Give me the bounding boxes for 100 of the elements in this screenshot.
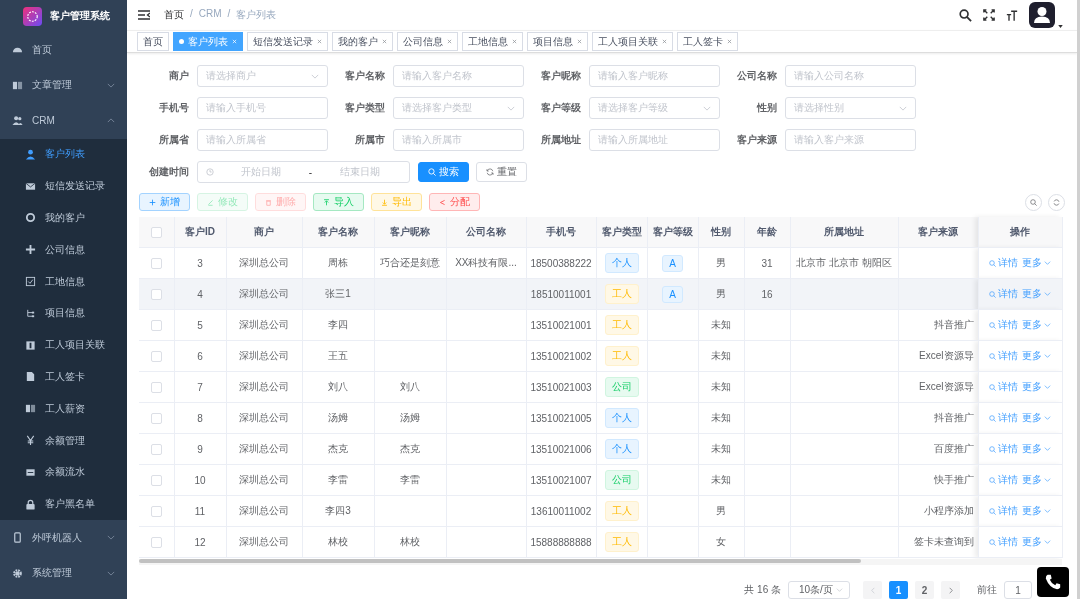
menu-item[interactable]: 系统管理 bbox=[0, 555, 127, 592]
more-dropdown-link[interactable]: 更多 bbox=[1022, 380, 1051, 394]
row-checkbox[interactable] bbox=[150, 257, 162, 269]
submenu-item[interactable]: 我的客户 bbox=[0, 202, 127, 234]
row-checkbox[interactable] bbox=[150, 319, 162, 331]
close-icon[interactable] bbox=[727, 39, 732, 45]
table-row[interactable]: 5 深圳总公司 李四 13510021001 工人 未知 抖音推广 详情 更多 bbox=[139, 309, 1062, 341]
submenu-item[interactable]: 项目信息 bbox=[0, 297, 127, 330]
detail-link[interactable]: 详情 bbox=[989, 287, 1018, 301]
submenu-item[interactable]: 余额流水 bbox=[0, 456, 127, 489]
table-row[interactable]: 7 深圳总公司 刘八 刘八 13510021003 公司 未知 Excel资源导 详情 更多 bbox=[139, 371, 1062, 403]
submenu-item[interactable]: 余额管理 bbox=[0, 424, 127, 457]
detail-link[interactable]: 详情 bbox=[989, 256, 1018, 270]
table-row[interactable]: 10 深圳总公司 李雷 李雷 13510021007 公司 未知 快手推广 详情 更多 bbox=[139, 464, 1062, 496]
row-checkbox[interactable] bbox=[150, 536, 162, 548]
caret-icon[interactable] bbox=[1058, 25, 1063, 29]
menu-item[interactable]: 首页 bbox=[0, 32, 127, 68]
row-checkbox[interactable] bbox=[150, 474, 162, 486]
more-dropdown-link[interactable]: 更多 bbox=[1022, 473, 1051, 487]
page-button[interactable]: 2 bbox=[915, 581, 934, 599]
breadcrumb-item[interactable]: 首页 bbox=[164, 8, 184, 23]
table-row[interactable]: 4 深圳总公司 张三1 18510011001 工人 A 男 16 详情 更多 bbox=[139, 278, 1062, 310]
previous-page-button[interactable] bbox=[863, 581, 882, 599]
close-icon[interactable] bbox=[382, 39, 387, 45]
more-dropdown-link[interactable]: 更多 bbox=[1022, 535, 1051, 549]
scrollbar-thumb[interactable] bbox=[139, 559, 861, 563]
submenu-item[interactable]: 客户列表 bbox=[0, 138, 127, 171]
table-row[interactable]: 3 深圳总公司 周栋 巧合还是刻意 XX科技有限... 18500388222 个人 A 男 31 北京市 北京市 朝阳区 详情 更多 bbox=[139, 247, 1062, 279]
detail-link[interactable]: 详情 bbox=[989, 411, 1018, 425]
close-icon[interactable] bbox=[447, 39, 452, 45]
toolbar-button[interactable]: 导出 bbox=[371, 193, 422, 211]
tab[interactable]: 我的客户 bbox=[332, 32, 393, 52]
row-checkbox[interactable] bbox=[150, 505, 162, 517]
goto-page-field[interactable]: 1 bbox=[1004, 581, 1032, 599]
breadcrumb-item[interactable]: CRM bbox=[198, 8, 222, 23]
menu-item[interactable]: 文章管理 bbox=[0, 67, 127, 103]
close-icon[interactable] bbox=[662, 39, 667, 45]
menu-item[interactable]: CRM bbox=[0, 103, 127, 139]
toolbar-button[interactable]: 分配 bbox=[429, 193, 480, 211]
page-size-select[interactable]: 10条/页 bbox=[788, 581, 850, 599]
search-toggle-button[interactable] bbox=[1025, 193, 1042, 211]
detail-link[interactable]: 详情 bbox=[989, 535, 1018, 549]
detail-link[interactable]: 详情 bbox=[989, 318, 1018, 332]
tab[interactable]: 工地信息 bbox=[462, 32, 523, 52]
table-row[interactable]: 9 深圳总公司 杰克 杰克 13510021006 个人 未知 百度推广 详情 更多 bbox=[139, 433, 1062, 465]
more-dropdown-link[interactable]: 更多 bbox=[1022, 256, 1051, 270]
table-row[interactable]: 6 深圳总公司 王五 13510021002 工人 未知 Excel资源导 详情 更多 bbox=[139, 340, 1062, 372]
more-dropdown-link[interactable]: 更多 bbox=[1022, 411, 1051, 425]
menu-item[interactable]: 外呼机器人 bbox=[0, 520, 127, 556]
tab[interactable]: 项目信息 bbox=[527, 32, 588, 52]
tab[interactable]: 工人项目关联 bbox=[592, 32, 673, 52]
table-row[interactable]: 12 深圳总公司 林校 林校 15888888888 工人 女 签卡未查询到 详情 更多 bbox=[139, 526, 1062, 558]
submenu-item[interactable]: 工人项目关联 bbox=[0, 329, 127, 362]
submenu-item[interactable]: 工人薪资 bbox=[0, 392, 127, 425]
refresh-button[interactable] bbox=[1048, 193, 1065, 211]
close-icon[interactable] bbox=[577, 39, 582, 45]
select-all-checkbox[interactable] bbox=[150, 226, 162, 238]
search-icon[interactable] bbox=[959, 8, 972, 22]
more-dropdown-link[interactable]: 更多 bbox=[1022, 349, 1051, 363]
page-button[interactable]: 1 bbox=[889, 581, 908, 599]
more-dropdown-link[interactable]: 更多 bbox=[1022, 318, 1051, 332]
row-checkbox[interactable] bbox=[150, 412, 162, 424]
next-page-button[interactable] bbox=[941, 581, 960, 599]
table-row[interactable]: 11 深圳总公司 李四3 13610011002 工人 男 小程序添加 详情 更多 bbox=[139, 495, 1062, 527]
phone-call-button[interactable] bbox=[1037, 567, 1069, 597]
tab[interactable]: 工人签卡 bbox=[677, 32, 738, 52]
detail-link[interactable]: 详情 bbox=[989, 349, 1018, 363]
more-dropdown-link[interactable]: 更多 bbox=[1022, 504, 1051, 518]
tab[interactable]: 公司信息 bbox=[397, 32, 458, 52]
submenu-item[interactable]: 客户黑名单 bbox=[0, 488, 127, 521]
more-dropdown-link[interactable]: 更多 bbox=[1022, 442, 1051, 456]
search-button[interactable]: 搜索 bbox=[418, 162, 469, 182]
row-checkbox[interactable] bbox=[150, 443, 162, 455]
table-row[interactable]: 8 深圳总公司 汤姆 汤姆 13510021005 个人 未知 抖音推广 详情 更多 bbox=[139, 402, 1062, 434]
font-size-icon[interactable] bbox=[1006, 8, 1018, 22]
reset-button[interactable]: 重置 bbox=[476, 162, 527, 182]
row-checkbox[interactable] bbox=[150, 350, 162, 362]
menu-fold-icon[interactable] bbox=[138, 10, 150, 21]
row-checkbox[interactable] bbox=[150, 381, 162, 393]
detail-link[interactable]: 详情 bbox=[989, 380, 1018, 394]
fullscreen-icon[interactable] bbox=[983, 9, 995, 22]
submenu-item[interactable]: 工人签卡 bbox=[0, 361, 127, 393]
toolbar-button[interactable]: 导入 bbox=[313, 193, 364, 211]
merchant-cell: 深圳总公司 bbox=[239, 257, 289, 268]
tab[interactable]: 客户列表 bbox=[173, 32, 243, 52]
submenu-item[interactable]: 公司信息 bbox=[0, 233, 127, 266]
avatar[interactable] bbox=[1029, 2, 1055, 29]
detail-link[interactable]: 详情 bbox=[989, 473, 1018, 487]
tab[interactable]: 首页 bbox=[137, 32, 169, 52]
more-dropdown-link[interactable]: 更多 bbox=[1022, 287, 1051, 301]
detail-link[interactable]: 详情 bbox=[989, 442, 1018, 456]
submenu-item[interactable]: 工地信息 bbox=[0, 265, 127, 298]
row-checkbox[interactable] bbox=[150, 288, 162, 300]
detail-link[interactable]: 详情 bbox=[989, 504, 1018, 518]
close-icon[interactable] bbox=[512, 39, 517, 45]
close-icon[interactable] bbox=[317, 39, 322, 45]
submenu-item[interactable]: 短信发送记录 bbox=[0, 170, 127, 203]
toolbar-button[interactable]: 新增 bbox=[139, 193, 190, 211]
tab[interactable]: 短信发送记录 bbox=[247, 32, 328, 52]
id-cell: 5 bbox=[197, 319, 203, 331]
